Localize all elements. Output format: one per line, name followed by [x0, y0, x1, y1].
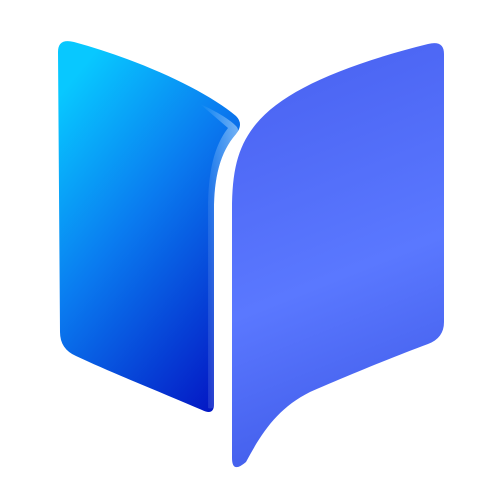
right-page [232, 43, 444, 468]
open-book-icon [58, 41, 444, 468]
logo-canvas [0, 0, 500, 500]
